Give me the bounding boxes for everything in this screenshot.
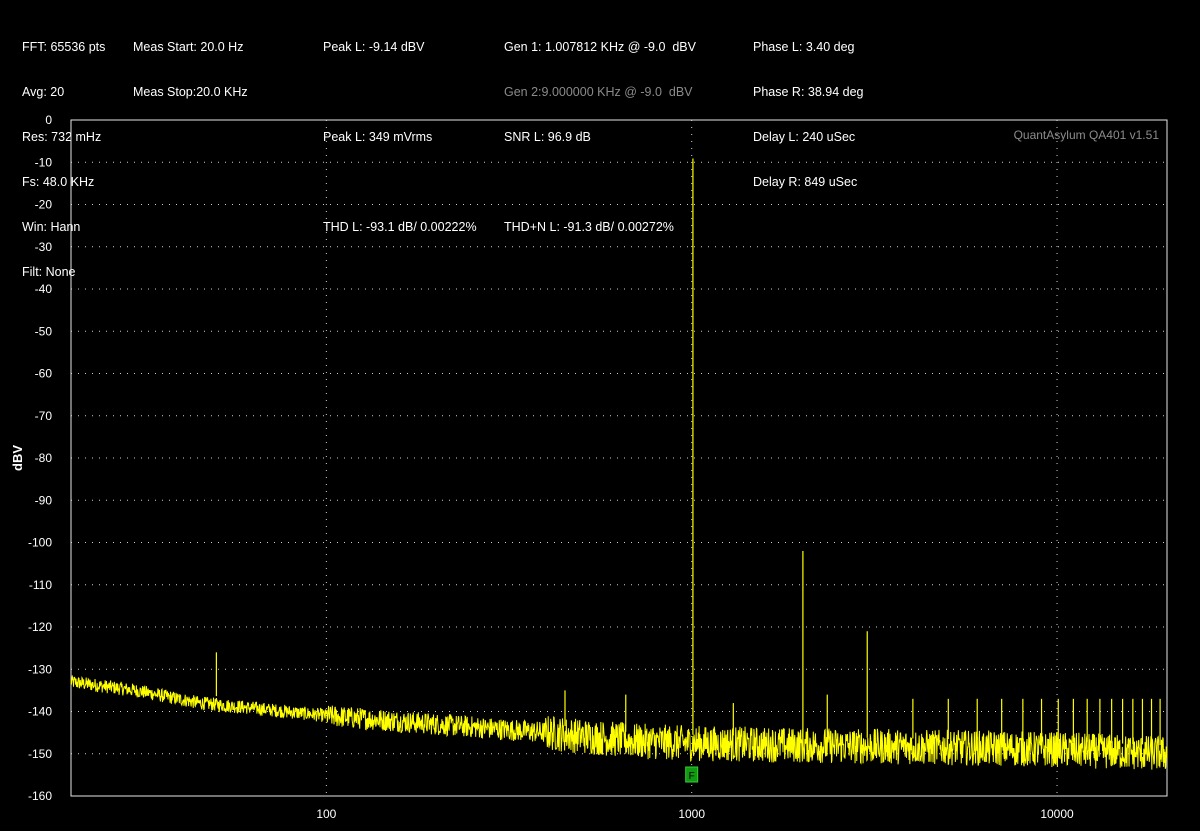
x-tick-label: 10000 xyxy=(1040,807,1074,821)
y-tick-label: -70 xyxy=(35,409,53,423)
y-tick-label: -150 xyxy=(28,747,52,761)
y-tick-label: -20 xyxy=(35,198,53,212)
y-tick-label: -120 xyxy=(28,620,52,634)
x-axis-ticks: 100 1000 10000 xyxy=(316,807,1074,821)
y-tick-label: -80 xyxy=(35,451,53,465)
y-axis-label: dBV xyxy=(10,445,25,471)
y-axis-ticks: 0 -10 -20 -30 -40 -50 -60 -70 -80 -90 -100 -110 -120… xyxy=(28,113,52,803)
plot-grid xyxy=(71,120,1167,796)
y-tick-label: -130 xyxy=(28,662,52,676)
noise-floor-trace xyxy=(70,675,1168,770)
y-tick-label: -60 xyxy=(35,367,53,381)
y-tick-label: -90 xyxy=(35,493,53,507)
y-tick-label: -160 xyxy=(28,789,52,803)
spectrum-plot[interactable]: 0 -10 -20 -30 -40 -50 -60 -70 -80 -90 -100 -110 -120… xyxy=(0,0,1200,831)
y-tick-label: -110 xyxy=(29,578,52,592)
y-tick-label: -30 xyxy=(35,240,53,254)
x-tick-label: 1000 xyxy=(678,807,705,821)
frequency-marker[interactable]: F xyxy=(685,766,699,783)
y-tick-label: 0 xyxy=(45,113,52,127)
x-tick-label: 100 xyxy=(316,807,336,821)
y-tick-label: -10 xyxy=(35,155,53,169)
y-tick-label: -40 xyxy=(35,282,53,296)
y-tick-label: -50 xyxy=(35,324,53,338)
spectrum-peaks xyxy=(215,158,1161,746)
y-tick-label: -100 xyxy=(28,536,52,550)
marker-label: F xyxy=(689,771,695,782)
brand-label: QuantAsylum QA401 v1.51 xyxy=(1014,128,1160,142)
spectrum-trace xyxy=(70,675,1168,770)
y-tick-label: -140 xyxy=(28,705,52,719)
